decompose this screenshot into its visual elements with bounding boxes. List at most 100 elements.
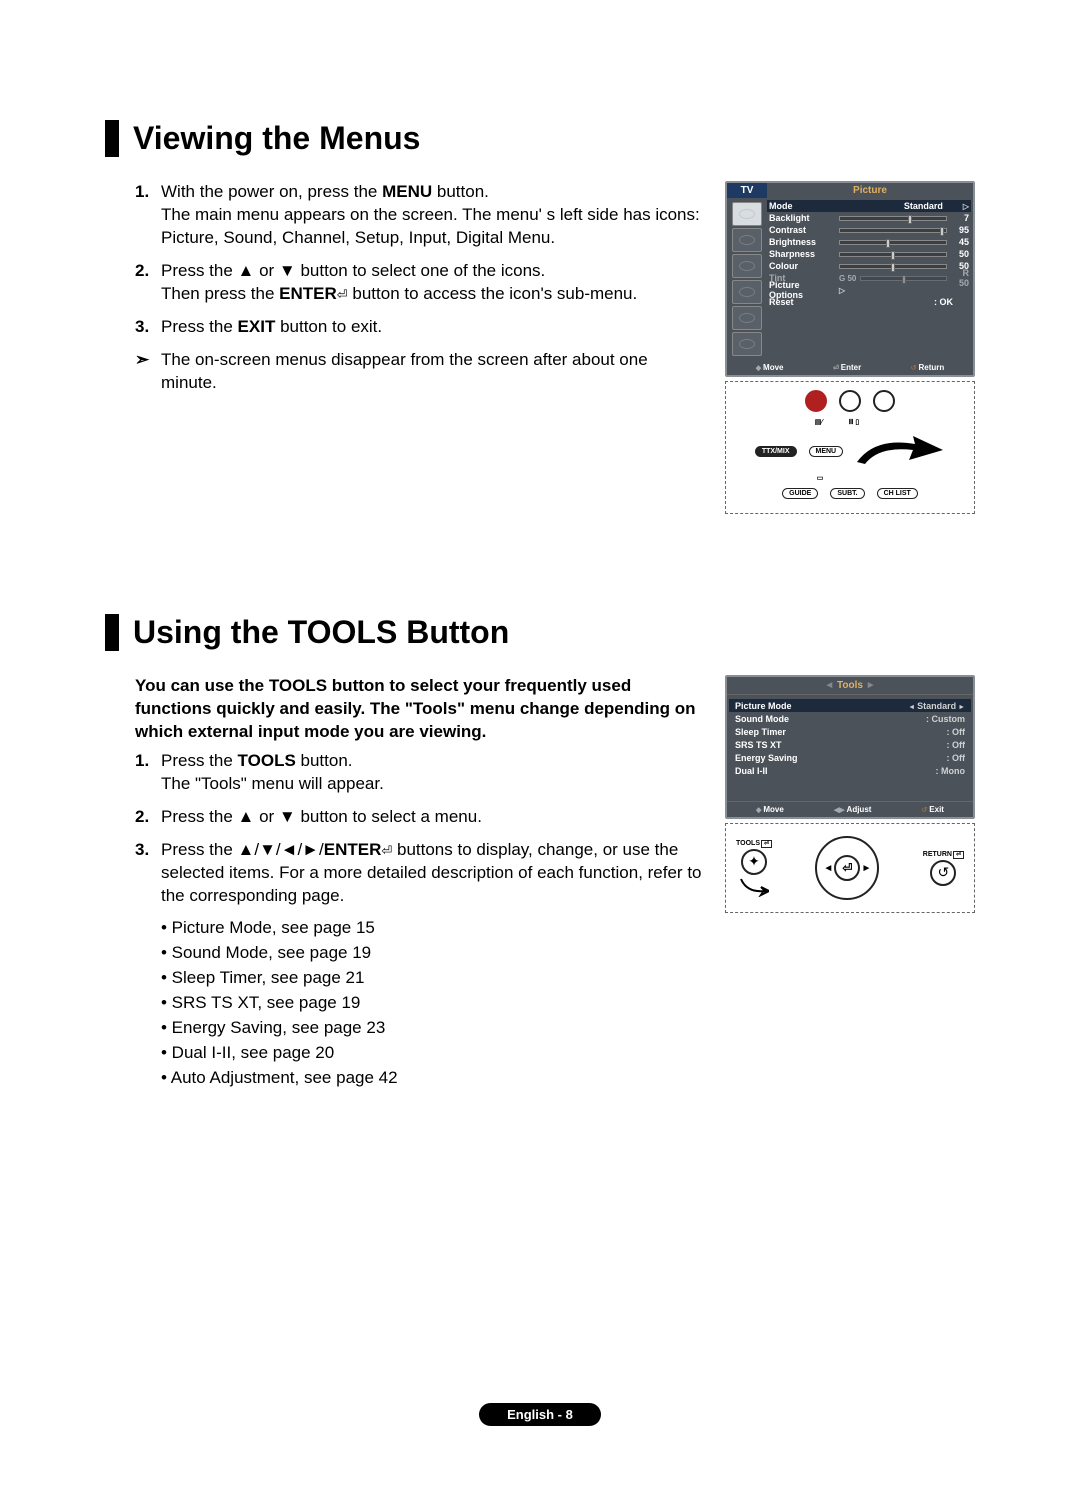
osd-row-label: Tint: [769, 273, 835, 283]
osd-row-label: Backlight: [769, 213, 835, 223]
nav-enter: Enter: [833, 363, 861, 372]
footer-label: English - 8: [479, 1403, 601, 1426]
section2-row: You can use the TOOLS button to select y…: [105, 675, 975, 1092]
page-footer: English - 8: [0, 1403, 1080, 1426]
sound-icon: [732, 228, 762, 252]
tools-row-value: Standard: [908, 701, 965, 711]
osd-row: Reset: OK: [769, 296, 969, 308]
ref-item: • Sleep Timer, see page 21: [161, 967, 705, 990]
digital-menu-icon: [732, 332, 762, 356]
return-label: RETURN⏎: [923, 851, 964, 858]
step-number: 2.: [135, 806, 161, 829]
tools-row-label: Picture Mode: [735, 701, 792, 711]
osd-row: Contrast95: [769, 224, 969, 236]
dpad-right-icon: ►: [862, 863, 872, 874]
osd-tools-menu: Tools Picture Mode Standard Sound Mode : Cu…: [725, 675, 975, 819]
osd-row: Brightness45: [769, 236, 969, 248]
ref-item: • Picture Mode, see page 15: [161, 917, 705, 940]
subt-button: SUBT.: [830, 488, 864, 499]
tools-option-list: Picture ModeStandardSound Mode: CustomSl…: [727, 695, 973, 801]
pointer-arrow-icon: [855, 432, 945, 470]
ttx-mix-button: TTX/MIX: [755, 446, 797, 457]
tools-row-label: Dual I-II: [735, 766, 768, 776]
tools-nav-hints: Move Adjust Exit: [727, 801, 973, 817]
osd-row-label: Mode: [769, 201, 835, 211]
pointer-arrow-icon: [739, 877, 769, 897]
tools-row-value: : Custom: [926, 714, 965, 724]
tools-step2: Press the ▲ or ▼ button to select a menu…: [161, 806, 482, 829]
tools-row: Sleep Timer: Off: [735, 725, 965, 738]
tools-row: Energy Saving : Off: [735, 751, 965, 764]
remote-diagram-2: TOOLS⏎ ✦ ◄ ⏎ ► RETURN⏎ ↺: [725, 823, 975, 913]
dual-icon: Ⅲ ▯: [849, 418, 860, 426]
tools-row: SRS TS XT : Off: [735, 738, 965, 751]
note-text: The on-screen menus disappear from the s…: [161, 349, 705, 395]
tools-row: Dual I-II : Mono: [735, 764, 965, 777]
tools-row: Sound Mode : Custom: [735, 712, 965, 725]
osd-row: Backlight7: [769, 212, 969, 224]
osd-nav-hints: Move Enter Return: [727, 360, 973, 375]
tools-row-label: Sound Mode: [735, 714, 789, 724]
osd-row: Colour50: [769, 260, 969, 272]
guide-button: GUIDE: [782, 488, 818, 499]
step3-text: Press the EXIT button to exit.: [161, 316, 382, 339]
tools-row-value: : Off: [947, 753, 966, 763]
note-arrow-icon: ➣: [135, 349, 161, 395]
ref-item: • Dual I-II, see page 20: [161, 1042, 705, 1065]
step-number: 1.: [135, 750, 161, 796]
input-icon: [732, 306, 762, 330]
section1-row: 1. With the power on, press the MENU but…: [105, 181, 975, 514]
tools-row-label: Sleep Timer: [735, 727, 786, 737]
section2-text: You can use the TOOLS button to select y…: [105, 675, 705, 1092]
osd-row-label: Contrast: [769, 225, 835, 235]
nav-exit: Exit: [921, 805, 943, 814]
return-remote-button: ↺: [930, 860, 956, 886]
step-number: 1.: [135, 181, 161, 250]
step-number: 3.: [135, 316, 161, 339]
ref-item: • SRS TS XT, see page 19: [161, 992, 705, 1015]
osd-row: TintG 50R 50: [769, 272, 969, 284]
ref-item: • Sound Mode, see page 19: [161, 942, 705, 965]
tools-row-label: Energy Saving: [735, 753, 798, 763]
picture-icon: [732, 202, 762, 226]
step1-text: With the power on, press the MENU button…: [161, 181, 705, 250]
tools-label: TOOLS⏎: [736, 840, 772, 847]
ref-item: • Auto Adjustment, see page 42: [161, 1067, 705, 1090]
osd-icon-column: [727, 198, 767, 360]
tools-row-label: SRS TS XT: [735, 740, 782, 750]
section1-text: 1. With the power on, press the MENU but…: [105, 181, 705, 514]
osd-row-label: Colour: [769, 261, 835, 271]
step-number: 3.: [135, 839, 161, 908]
tools-row: Picture Mode Standard: [729, 699, 971, 712]
heading-viewing-menus: Viewing the Menus: [105, 120, 975, 157]
remote-red-button: [805, 390, 827, 412]
step2-text: Press the ▲ or ▼ button to select one of…: [161, 260, 637, 306]
tools-row-value: : Mono: [936, 766, 966, 776]
remote-diagram-1: ▤⁄ Ⅲ ▯ TTX/MIX MENU ▭ GUIDE SUBT. CH LIS…: [725, 381, 975, 514]
chlist-button: CH LIST: [877, 488, 918, 499]
nav-adjust: Adjust: [834, 805, 872, 814]
teletext-icon: ▤⁄: [815, 418, 823, 426]
tools-step1: Press the TOOLS button. The "Tools" menu…: [161, 750, 384, 796]
osd-row-label: Sharpness: [769, 249, 835, 259]
remote-yellow-button: [873, 390, 895, 412]
osd-row: ModeStandard▷: [767, 200, 971, 212]
tools-remote-button: ✦: [741, 849, 767, 875]
tools-osd-title: Tools: [727, 677, 973, 695]
dpad-enter-button: ⏎: [834, 855, 860, 881]
step-number: 2.: [135, 260, 161, 306]
osd-row: Picture Options▷: [769, 284, 969, 296]
osd-picture-menu: TV Picture ModeStandard▷Backlight7Contra…: [725, 181, 975, 377]
nav-return: Return: [911, 363, 945, 372]
setup-icon: [732, 280, 762, 304]
channel-icon: [732, 254, 762, 278]
remote-green-button: [839, 390, 861, 412]
osd-row: Sharpness50: [769, 248, 969, 260]
osd-tv-label: TV: [727, 183, 767, 198]
tools-row-value: : Off: [947, 740, 966, 750]
dpad-left-icon: ◄: [823, 863, 833, 874]
nav-move: Move: [756, 805, 784, 814]
heading-tools-button: Using the TOOLS Button: [105, 614, 975, 651]
menu-button: MENU: [809, 446, 844, 457]
dpad: ◄ ⏎ ►: [815, 836, 879, 900]
